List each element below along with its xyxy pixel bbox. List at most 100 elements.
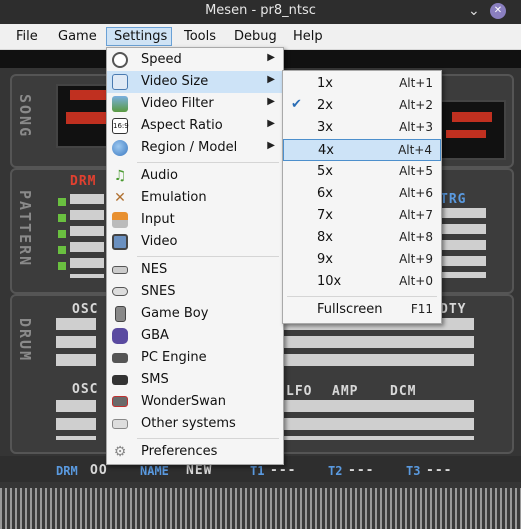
submenu-arrow-icon: ▶	[267, 74, 275, 85]
menu-item-other-systems[interactable]: Other systems	[107, 413, 283, 435]
osc2-grid	[56, 400, 96, 440]
trg-label: TRG	[440, 192, 467, 207]
settings-menu: Speed ▶ Video Size ▶ Video Filter ▶ 16:9 As…	[106, 47, 284, 465]
menu-settings[interactable]: Settings	[106, 27, 172, 46]
window-title: Mesen - pr8_ntsc	[205, 3, 316, 18]
amp-label: AMP	[332, 384, 359, 399]
menu-separator	[287, 296, 437, 297]
trg-column	[440, 208, 486, 278]
menu-item-wonderswan[interactable]: WonderSwan	[107, 391, 283, 413]
submenu-arrow-icon: ▶	[267, 118, 275, 129]
video-size-2x[interactable]: ✔ 2x Alt+2	[283, 95, 441, 117]
song-red-bar-left	[66, 112, 110, 124]
menu-item-video[interactable]: Video	[107, 231, 283, 253]
video-filter-icon	[112, 96, 128, 112]
menu-item-nes[interactable]: NES	[107, 259, 283, 281]
submenu-arrow-icon: ▶	[267, 52, 275, 63]
pattern-label: PATTERN	[16, 190, 34, 268]
gear-icon: ⚙	[113, 444, 127, 460]
menu-item-pc-engine[interactable]: PC Engine	[107, 347, 283, 369]
osc1-label: OSC	[72, 302, 99, 317]
menu-tools[interactable]: Tools	[177, 27, 223, 46]
aspect-ratio-icon: 16:9	[112, 118, 129, 134]
menu-item-emulation[interactable]: ✕ Emulation	[107, 187, 283, 209]
video-size-4x[interactable]: 4x Alt+4	[283, 139, 441, 161]
sms-icon	[112, 375, 128, 385]
gba-icon	[112, 328, 128, 344]
menu-item-gba[interactable]: GBA	[107, 325, 283, 347]
video-size-10x[interactable]: 10x Alt+0	[283, 271, 441, 293]
pattern-led-1	[58, 198, 66, 206]
submenu-arrow-icon: ▶	[267, 96, 275, 107]
video-size-6x[interactable]: 6x Alt+6	[283, 183, 441, 205]
audio-icon: ♫	[113, 168, 127, 184]
menu-item-snes[interactable]: SNES	[107, 281, 283, 303]
other-systems-icon	[112, 419, 128, 429]
submenu-arrow-icon: ▶	[267, 140, 275, 151]
menu-item-aspect-ratio[interactable]: 16:9 Aspect Ratio ▶	[107, 115, 283, 137]
minimize-button[interactable]: ⌄	[468, 3, 480, 19]
pattern-column	[70, 194, 104, 278]
menu-file[interactable]: File	[9, 27, 45, 46]
pattern-led-2	[58, 214, 66, 222]
gameboy-icon	[115, 306, 126, 322]
menu-game[interactable]: Game	[51, 27, 104, 46]
video-size-icon	[112, 74, 128, 90]
footer-t3-value: ---	[426, 463, 453, 478]
lfo-values	[284, 400, 474, 440]
speed-icon	[112, 52, 128, 68]
dty-label: DTY	[440, 302, 467, 317]
footer-drm: DRM	[56, 464, 78, 478]
wonderswan-icon	[112, 396, 128, 407]
video-size-1x[interactable]: 1x Alt+1	[283, 73, 441, 95]
drum-label: DRUM	[16, 318, 34, 363]
pattern-led-3	[58, 230, 66, 238]
nes-icon	[112, 266, 128, 274]
song-red-bar-right-2	[446, 130, 486, 138]
footer-t3: T3	[406, 464, 421, 478]
menu-item-region-model[interactable]: Region / Model ▶	[107, 137, 283, 159]
footer-t1: T1	[250, 464, 265, 478]
footer-t2: T2	[328, 464, 343, 478]
menu-item-input[interactable]: Input	[107, 209, 283, 231]
video-size-submenu: 1x Alt+1 ✔ 2x Alt+2 3x Alt+3 4x Alt+4 5x Alt+5…	[282, 70, 442, 324]
footer-t2-value: ---	[348, 463, 375, 478]
song-red-bar-top	[70, 90, 110, 100]
footer-name-value: NEW	[186, 463, 213, 478]
pattern-led-5	[58, 262, 66, 270]
pc-engine-icon	[112, 353, 128, 363]
input-icon	[112, 212, 128, 228]
menu-help[interactable]: Help	[286, 27, 330, 46]
osc1-values	[284, 318, 474, 370]
video-size-9x[interactable]: 9x Alt+9	[283, 249, 441, 271]
window-titlebar: Mesen - pr8_ntsc ⌄ ✕	[0, 0, 521, 24]
video-icon	[112, 234, 128, 250]
menu-item-sms[interactable]: SMS	[107, 369, 283, 391]
piano-keys-strip	[0, 488, 521, 529]
video-size-8x[interactable]: 8x Alt+8	[283, 227, 441, 249]
menu-separator	[137, 162, 279, 163]
song-label: SONG	[16, 94, 34, 139]
menu-item-speed[interactable]: Speed ▶	[107, 49, 283, 71]
pattern-led-4	[58, 246, 66, 254]
video-size-fullscreen[interactable]: Fullscreen F11	[283, 299, 441, 321]
osc2-label: OSC	[72, 382, 99, 397]
menu-item-game-boy[interactable]: Game Boy	[107, 303, 283, 325]
video-size-5x[interactable]: 5x Alt+5	[283, 161, 441, 183]
close-button[interactable]: ✕	[490, 3, 506, 19]
footer-drm-value: OO	[90, 463, 108, 478]
song-red-bar-right	[452, 112, 492, 122]
dcm-label: DCM	[390, 384, 417, 399]
menu-separator	[137, 256, 279, 257]
checkmark-icon: ✔	[291, 97, 302, 112]
menu-item-video-filter[interactable]: Video Filter ▶	[107, 93, 283, 115]
drm-label: DRM	[70, 174, 97, 189]
footer-t1-value: ---	[270, 463, 297, 478]
menu-debug[interactable]: Debug	[227, 27, 284, 46]
video-size-3x[interactable]: 3x Alt+3	[283, 117, 441, 139]
menu-separator	[137, 438, 279, 439]
menu-item-video-size[interactable]: Video Size ▶	[107, 71, 283, 93]
menu-item-preferences[interactable]: ⚙ Preferences	[107, 441, 283, 463]
menu-item-audio[interactable]: ♫ Audio	[107, 165, 283, 187]
video-size-7x[interactable]: 7x Alt+7	[283, 205, 441, 227]
